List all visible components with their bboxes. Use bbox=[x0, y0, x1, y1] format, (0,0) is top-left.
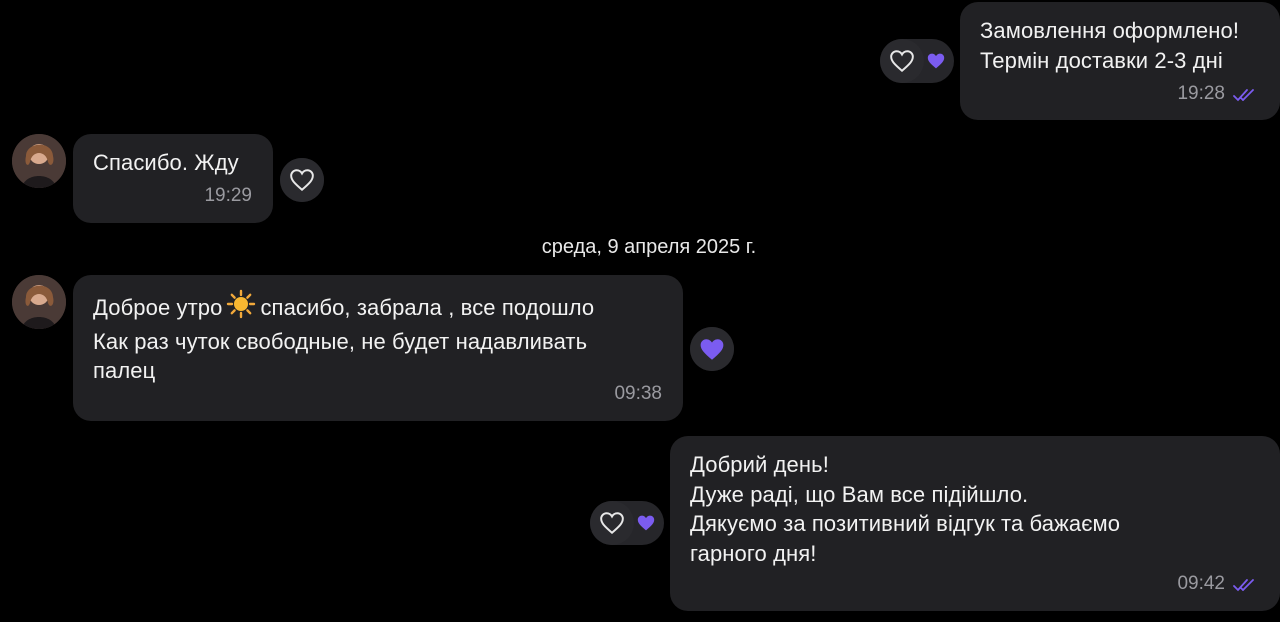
message-text-part1: Доброе утро bbox=[93, 295, 223, 320]
message-text: Замовлення оформлено! Термін доставки 2-… bbox=[980, 18, 1240, 73]
heart-outline-icon[interactable] bbox=[590, 501, 634, 545]
avatar[interactable] bbox=[12, 134, 66, 188]
reaction-bar[interactable] bbox=[690, 327, 734, 371]
message-bubble-incoming[interactable]: Спасибо. Жду 19:29 bbox=[73, 134, 273, 223]
date-separator: среда, 9 апреля 2025 г. bbox=[541, 236, 757, 258]
message-bubble-outgoing[interactable]: Добрий день! Дуже раді, що Вам все підій… bbox=[670, 436, 1280, 611]
message-text: Добрий день! Дуже раді, що Вам все підій… bbox=[690, 452, 1121, 566]
message-time: 19:28 bbox=[1177, 83, 1225, 104]
sun-emoji-icon bbox=[226, 289, 256, 327]
avatar[interactable] bbox=[12, 275, 66, 329]
message-time: 09:38 bbox=[614, 383, 662, 404]
heart-outline-icon[interactable] bbox=[280, 158, 324, 202]
message-time: 09:42 bbox=[1177, 573, 1225, 594]
heart-filled-icon[interactable] bbox=[690, 327, 734, 371]
heart-filled-icon[interactable] bbox=[926, 52, 946, 70]
reaction-bar[interactable] bbox=[280, 158, 324, 202]
message-time: 19:29 bbox=[204, 185, 252, 206]
double-check-icon bbox=[1233, 89, 1254, 102]
heart-filled-icon[interactable] bbox=[636, 514, 656, 532]
message-bubble-outgoing[interactable]: Замовлення оформлено! Термін доставки 2-… bbox=[960, 2, 1280, 120]
message-bubble-incoming[interactable]: Доброе утро спасибо, забрала , все подош… bbox=[73, 275, 683, 421]
reaction-bar[interactable] bbox=[880, 39, 954, 83]
reaction-bar[interactable] bbox=[590, 501, 664, 545]
heart-outline-icon[interactable] bbox=[880, 39, 924, 83]
message-text: Доброе утро спасибо, забрала , все подош… bbox=[93, 289, 594, 386]
message-text: Спасибо. Жду bbox=[93, 150, 239, 175]
double-check-icon bbox=[1233, 579, 1254, 592]
